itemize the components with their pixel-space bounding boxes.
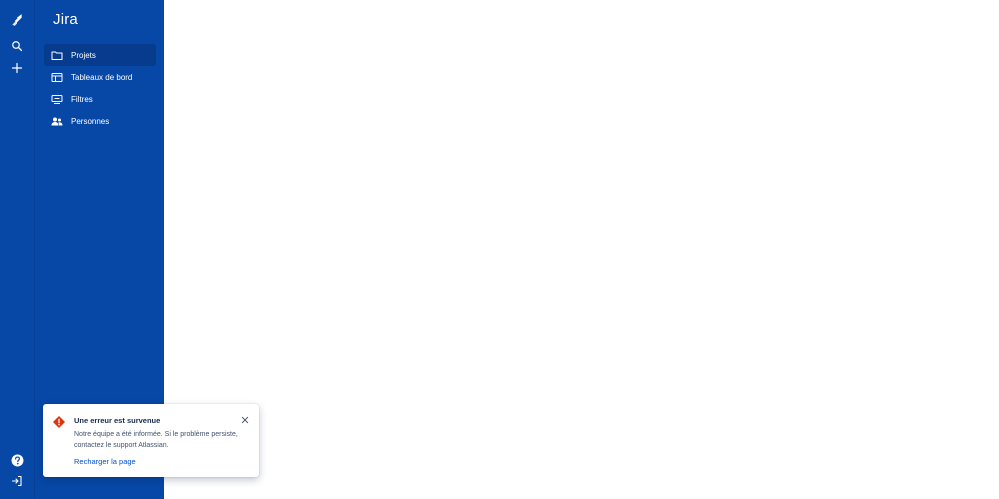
- search-icon[interactable]: [5, 34, 29, 58]
- sidebar-item-personnes[interactable]: Personnes: [44, 110, 156, 132]
- log-in-icon[interactable]: [5, 469, 29, 493]
- sidebar-item-tableaux-de-bord[interactable]: Tableaux de bord: [44, 66, 156, 88]
- sidebar-item-label: Filtres: [71, 94, 93, 104]
- filter-icon: [50, 92, 64, 106]
- error-icon: [53, 415, 65, 428]
- app-root: Jira Projets Tableaux de bord Filtres Pe…: [0, 0, 999, 499]
- people-icon: [50, 114, 64, 128]
- error-flag: Une erreur est survenue Notre équipe a é…: [43, 404, 259, 477]
- close-icon[interactable]: [239, 414, 251, 426]
- flag-message: Notre équipe a été informée. Si le probl…: [74, 431, 238, 449]
- flag-title: Une erreur est survenue: [74, 416, 161, 425]
- jira-logo-icon[interactable]: [5, 8, 29, 32]
- sidebar-item-label: Personnes: [71, 116, 110, 126]
- main-content: [164, 0, 999, 499]
- folder-icon: [50, 48, 64, 62]
- sidebar-item-label: Tableaux de bord: [71, 72, 133, 82]
- product-title: Jira: [53, 11, 78, 28]
- sidebar-item-filtres[interactable]: Filtres: [44, 88, 156, 110]
- reload-page-link[interactable]: Recharger la page: [74, 457, 136, 466]
- plus-icon[interactable]: [5, 56, 29, 80]
- sidebar-item-label: Projets: [71, 50, 96, 60]
- global-navigation: [0, 0, 34, 499]
- sidebar-item-projets[interactable]: Projets: [44, 44, 156, 66]
- sidebar-nav-list: Projets Tableaux de bord Filtres Personn…: [44, 44, 156, 132]
- dashboard-icon: [50, 70, 64, 84]
